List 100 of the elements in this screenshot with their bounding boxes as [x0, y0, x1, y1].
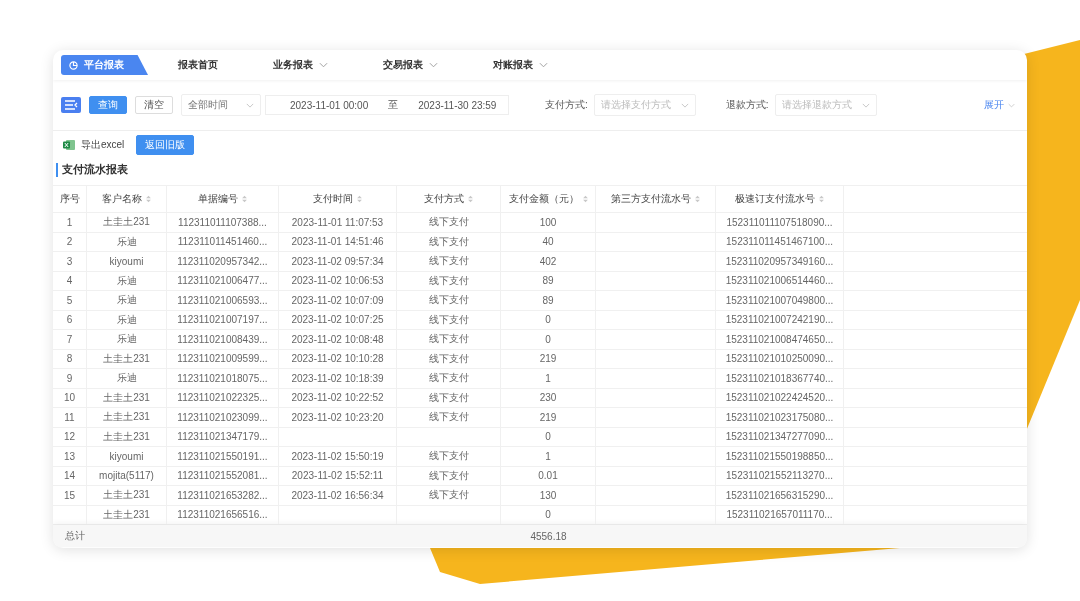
table-cell: 100 — [539, 216, 557, 228]
table-cell: mojita(5117) — [99, 470, 154, 482]
table-cell: 乐迪 — [116, 273, 137, 288]
table-cell: 6 — [66, 314, 73, 326]
table-cell: 线下支付 — [428, 312, 469, 327]
table-cell: 112311021009599... — [177, 353, 268, 365]
sort-icon — [357, 195, 362, 203]
table-cell: 152311021552113270... — [726, 470, 833, 482]
table-cell: 112311021006477... — [177, 275, 268, 287]
table-cell: 2 — [66, 236, 73, 248]
table-cell: 152311011107518090... — [726, 216, 833, 228]
table-cell: 2023-11-02 10:08:48 — [291, 333, 384, 345]
table-cell: 152311021023175080... — [725, 411, 834, 423]
nav-tab[interactable]: 报表首页 — [178, 55, 218, 75]
table-cell: 2023-11-02 10:06:53 — [291, 275, 384, 287]
menu-icon[interactable] — [61, 97, 81, 113]
table-cell: 12 — [63, 431, 76, 443]
chevron-down-icon — [246, 102, 254, 108]
table-cell: 乐迪 — [116, 371, 137, 386]
table-cell: 112311021552081... — [177, 470, 268, 482]
table-cell: 112311021008439... — [177, 333, 268, 345]
column-header[interactable]: 客户名称 — [87, 186, 167, 212]
table-cell: 2023-11-02 15:50:19 — [291, 450, 384, 462]
table-cell: 线下支付 — [428, 254, 469, 269]
table-cell: 152311020957349160... — [725, 255, 834, 267]
table-cell: 线下支付 — [428, 293, 469, 308]
table-cell: 2023-11-02 10:18:39 — [291, 372, 384, 384]
table-cell: 130 — [539, 489, 557, 501]
table-cell: 2023-11-02 09:57:34 — [291, 255, 384, 267]
field-label: 支付方式: — [545, 98, 588, 112]
column-header[interactable]: 支付时间 — [279, 186, 397, 212]
table-cell: 5 — [66, 294, 73, 306]
table-cell: 112311011107388... — [178, 216, 267, 228]
table-cell: 152311021007049800... — [725, 294, 834, 306]
table-cell: 0 — [545, 431, 551, 443]
total-amount: 4556.18 — [530, 530, 567, 542]
column-header[interactable]: 单据编号 — [167, 186, 279, 212]
table-cell: 8 — [66, 353, 73, 365]
chevron-down-icon — [680, 102, 689, 108]
sort-icon — [468, 195, 473, 203]
table-cell: 14 — [63, 470, 76, 482]
table-cell: 土圭土231 — [103, 351, 150, 366]
nav-tab[interactable]: 对账报表 — [493, 55, 548, 75]
clear-button[interactable]: 清空 — [135, 96, 173, 114]
table-cell: 112311011451460... — [177, 236, 268, 248]
table-cell: 线下支付 — [428, 351, 469, 366]
table-cell: 线下支付 — [428, 371, 469, 386]
table-cell: 89 — [542, 275, 554, 287]
chevron-down-icon — [319, 62, 328, 68]
table-cell: 112311021656516... — [177, 509, 268, 521]
time-select[interactable]: 全部时间 — [181, 94, 261, 116]
column-header[interactable]: 第三方支付流水号 — [596, 186, 716, 212]
table-cell: 13 — [63, 450, 76, 462]
nav-tab[interactable]: 平台报表 — [61, 55, 148, 75]
table-cell: 土圭土231 — [103, 488, 150, 503]
table-cell: 乐迪 — [116, 234, 137, 249]
table-cell: 152311021007242190... — [725, 314, 834, 326]
table-cell: kiyoumi — [109, 255, 144, 267]
sort-icon — [146, 195, 151, 203]
table-cell: 2023-11-02 10:22:52 — [291, 392, 384, 404]
table-cell: 线下支付 — [428, 234, 469, 249]
export-button[interactable]: 导出excel — [63, 138, 125, 152]
nav-tab[interactable]: 业务报表 — [273, 55, 328, 75]
table-cell: 4 — [66, 275, 73, 287]
table-cell: 219 — [539, 353, 557, 365]
sort-icon — [695, 195, 700, 203]
table-cell: 2023-11-01 14:51:46 — [291, 236, 384, 248]
table-cell: 402 — [539, 255, 557, 267]
table-cell: 土圭土231 — [103, 429, 150, 444]
table-cell: 7 — [66, 333, 73, 345]
column-header[interactable]: 支付方式 — [397, 186, 501, 212]
table-cell: 152311021010250090... — [725, 353, 834, 365]
table-cell: 2023-11-02 10:07:25 — [291, 314, 384, 326]
report-title: 支付流水报表 — [56, 163, 1024, 177]
nav-tab[interactable]: 交易报表 — [383, 55, 438, 75]
table-cell: 152311021657011170... — [726, 509, 833, 521]
table-cell: 152311021006514460... — [725, 275, 834, 287]
date-range-field[interactable]: 2023-11-01 00:00 至 2023-11-30 23:59 — [265, 95, 509, 115]
table-cell: 152311021550198850... — [725, 450, 834, 462]
column-header[interactable]: 极速订支付流水号 — [716, 186, 844, 212]
table-cell: 219 — [539, 411, 557, 423]
table-cell: 152311021347277090... — [725, 431, 834, 443]
table-cell: 112311020957342... — [177, 255, 268, 267]
table-cell: 0 — [545, 314, 551, 326]
table-cell: 112311021006593... — [177, 294, 268, 306]
table-cell: 10 — [63, 392, 76, 404]
table-cell: 152311021018367740... — [725, 372, 834, 384]
chevron-down-icon — [539, 62, 548, 68]
column-header[interactable]: 序号 — [53, 186, 87, 212]
table-cell: 2023-11-02 10:07:09 — [291, 294, 384, 306]
spreadsheet-icon — [63, 139, 75, 151]
table-cell: 线下支付 — [428, 449, 469, 464]
table-cell: 3 — [66, 255, 73, 267]
column-header[interactable]: 支付金额（元） — [501, 186, 596, 212]
table-cell: 2023-11-02 16:56:34 — [291, 489, 384, 501]
expand-link[interactable]: 展开 — [984, 98, 1015, 112]
table-cell: 0 — [545, 333, 551, 345]
table-cell: 152311021008474650... — [725, 333, 834, 345]
table-cell: 1 — [545, 372, 551, 384]
table-cell: 线下支付 — [428, 390, 469, 405]
